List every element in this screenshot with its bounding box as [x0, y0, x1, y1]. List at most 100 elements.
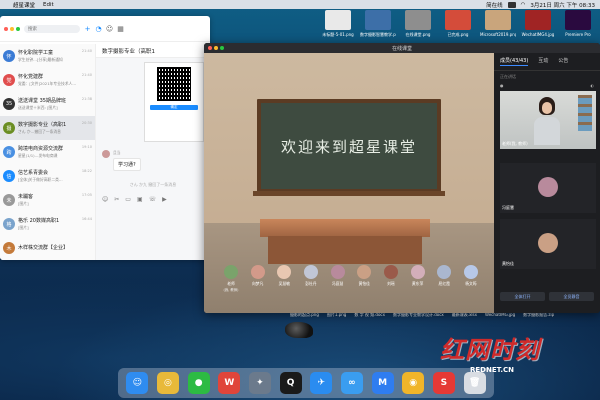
file-name: 数字摄影智慧教学.png [360, 32, 396, 37]
conversation-item[interactable]: 未未蹦客 [图片] 17:05 [0, 188, 95, 212]
conversation-list: 怀怀化职院学工童 学生处钟…[分享]最新通知 21:40 党怀化党建群 党委：[文件]2… [0, 44, 96, 260]
teacher-desk-body [268, 236, 422, 264]
conversation-name: 木样株交流群【企业】 [18, 245, 69, 251]
member-panel-tabs: 成员(43/43) 互动 公告 [494, 53, 600, 71]
xiaoying-icon[interactable]: ◉ [402, 372, 425, 394]
xuexitong-icon[interactable]: S [432, 372, 455, 394]
tencent-meeting-icon[interactable]: M [371, 372, 394, 394]
avatar [303, 265, 318, 279]
chat-history-icon[interactable]: ▣ [137, 196, 143, 203]
chrome-icon[interactable]: ◎ [156, 372, 179, 394]
participant[interactable]: 吴慧敏 [273, 265, 295, 292]
chat-input-toolbar: ☺ ✂ ▭ ▣ ☏ ▶ [96, 194, 210, 204]
tab-interact[interactable]: 互动 [538, 57, 548, 66]
message-bubble[interactable]: 学习通? [113, 158, 141, 171]
conversation-name: 未蹦客 [18, 194, 34, 200]
tab-announce[interactable]: 公告 [558, 57, 568, 66]
participant[interactable]: 老师 (我, 教师) [220, 265, 242, 292]
battery-icon[interactable] [507, 1, 516, 8]
tab-members[interactable]: 成员(43/43) [500, 57, 529, 66]
conversation-item[interactable]: 摄数字摄影专业（高职1 さん か…撤回了一条消息 20:30 [0, 116, 95, 140]
participant-name: 屈红霞 [438, 281, 450, 286]
minimize-button[interactable] [10, 26, 14, 31]
participant[interactable]: 向梦凡 [247, 265, 269, 292]
speaking-row: ● ◐ [494, 83, 600, 88]
conversation-text: 数字摄影专业（高职1 さん か…撤回了一条消息 [18, 121, 79, 135]
participant[interactable]: 刘瑶 [380, 265, 402, 292]
dingtalk-icon[interactable]: ✈ [310, 372, 333, 394]
wifi-icon[interactable]: ◠ [521, 2, 526, 8]
teacher-video-tile[interactable]: 老师(我, 教师) [500, 91, 596, 149]
add-icon[interactable]: + [84, 25, 91, 33]
mic-icon: ● [500, 83, 504, 88]
participant[interactable]: 杨文筠 [460, 265, 482, 292]
baidu-netdisk-icon[interactable]: ∞ [340, 372, 363, 394]
blackboard: 欢迎来到超星课堂 [257, 99, 441, 193]
conversation-item[interactable]: 木木样株交流群【企业】 [0, 236, 95, 260]
folder-icon[interactable]: ▭ [125, 196, 131, 203]
conversation-text: 怀化党建群 党委：[文件]2021年专业技术人… [18, 73, 79, 87]
participant[interactable]: 彭杜丹 [300, 265, 322, 292]
message-sender: 且当 [113, 150, 121, 155]
avatar [538, 177, 558, 197]
wps-icon[interactable]: W [218, 372, 241, 394]
conversation-item[interactable]: 跨跨境电商资源交流群 星星(1/1)…发布电商课 19:10 [0, 140, 95, 164]
apps-grid-icon[interactable]: ▦ [117, 25, 124, 33]
qr-confirm-button[interactable]: 确定 [150, 105, 198, 110]
conversation-preview: 学生处钟…[分享]最新通知 [18, 57, 63, 62]
participant[interactable]: 屈红霞 [433, 265, 455, 292]
search-input[interactable] [24, 24, 80, 33]
conversation-item[interactable]: 信信艺系青委会 [全体]关于做好高职二类… 18:22 [0, 164, 95, 188]
bookshelf [578, 95, 592, 131]
speaker-icon[interactable]: ◐ [591, 83, 595, 88]
menubar-edit[interactable]: Edit [43, 2, 54, 8]
participant[interactable]: 冯庭慧 [327, 265, 349, 292]
clock[interactable]: 3月21日 周六 下午 08:33 [530, 1, 595, 9]
wechat-icon[interactable]: ● [187, 372, 210, 394]
file-thumbnail-icon [325, 10, 351, 30]
file-name: Premiere Pro [565, 32, 591, 37]
conversation-text: 未蹦客 [图片] [18, 193, 79, 207]
conversation-item[interactable]: 怀怀化职院学工童 学生处钟…[分享]最新通知 21:40 [0, 44, 95, 68]
qq-icon[interactable]: Q [279, 372, 302, 394]
close-button[interactable] [4, 26, 8, 31]
conversation-item[interactable]: 党怀化党建群 党委：[文件]2021年专业技术人… 21:40 [0, 68, 95, 92]
phone-icon[interactable]: ☏ [149, 196, 157, 203]
chalk-tray [253, 191, 445, 196]
avatar: 信 [3, 170, 15, 182]
qr-code [157, 67, 191, 101]
conversation-name: 跨境电商资源交流群 [18, 146, 64, 152]
conversation-item[interactable]: 35 送送课堂 35期品牌班 送送课堂＋米西: [图片] 21:38 [0, 92, 95, 116]
participant[interactable]: 黄东萍 [407, 265, 429, 292]
avatar [357, 265, 372, 279]
contacts-icon[interactable]: ☺ [106, 25, 113, 33]
participant-row: 老师 (我, 教师) 向梦凡 吴慧敏 彭杜丹 冯庭慧 黄怡佳 刘瑶 黄东萍 屈红霞 杨文筠 [220, 265, 482, 292]
conversation-time: 17:05 [81, 193, 92, 197]
conversation-preview: [图片] [18, 201, 29, 206]
trash-icon[interactable]: 🗑 [463, 372, 486, 394]
conversation-item[interactable]: 格格乐 20数媒高职1 [图片] 16:44 [0, 212, 95, 236]
menubar-app-name[interactable]: 超星课堂 [13, 1, 35, 9]
menubar: 超星课堂 Edit 简在线 ◠ 3月21日 周六 下午 08:33 [0, 0, 600, 9]
classroom-titlebar: 在线课堂 [204, 43, 600, 53]
student-video-tile[interactable]: 黄怡佳 [500, 219, 596, 269]
chat-bubble-icon[interactable]: ◔ [95, 25, 102, 33]
tray-status-label[interactable]: 简在线 [486, 1, 503, 9]
participant[interactable]: 黄怡佳 [353, 265, 375, 292]
avatar [330, 265, 345, 279]
student-video-tile[interactable]: 冯庭慧 [500, 163, 596, 213]
video-icon[interactable]: ▶ [162, 196, 167, 203]
open-all-button[interactable]: 全体打开 [500, 292, 545, 301]
qr-card[interactable]: 确定 [144, 62, 204, 142]
finder-icon[interactable]: ☺ [126, 372, 149, 394]
file-thumbnail-icon [405, 10, 431, 30]
participant-name: 吴慧敏 [278, 281, 290, 286]
scissors-icon[interactable]: ✂ [114, 196, 119, 203]
launchpad-icon[interactable]: ✦ [248, 372, 271, 394]
avatar[interactable] [102, 150, 110, 158]
emoji-icon[interactable]: ☺ [102, 196, 108, 203]
mute-all-button[interactable]: 全员静音 [549, 292, 594, 301]
zoom-button[interactable] [16, 26, 20, 31]
chat-window: + ◔ ☺ ▦ 怀怀化职院学工童学生处钟…[分享]最新通知21:40党怀化党建群… [0, 16, 210, 260]
conversation-time: 21:38 [81, 97, 92, 101]
